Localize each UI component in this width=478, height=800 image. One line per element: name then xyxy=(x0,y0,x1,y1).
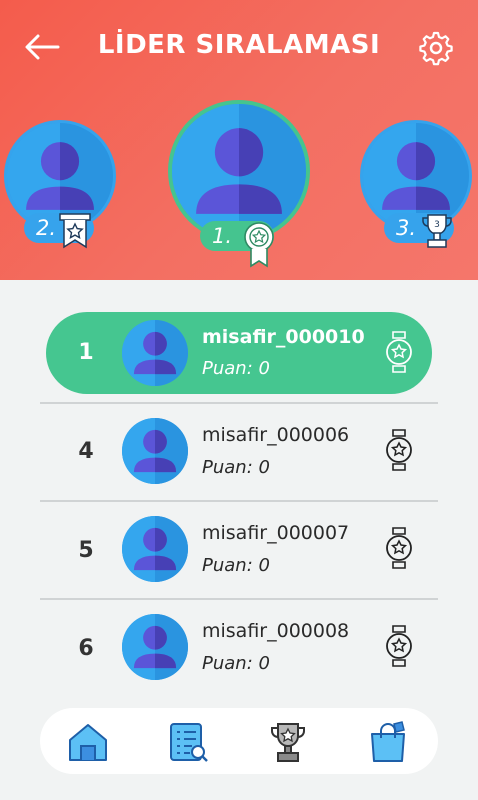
leaderboard-list-icon[interactable] xyxy=(166,720,210,764)
trophy-badge-icon: 3 xyxy=(422,214,452,248)
medal-star-badge-icon xyxy=(244,222,274,268)
gear-icon[interactable] xyxy=(418,30,454,66)
medal-icon xyxy=(386,527,412,569)
user-avatar-icon xyxy=(122,614,188,680)
user-avatar-icon xyxy=(122,516,188,582)
medal-icon xyxy=(386,331,412,373)
username: misafir_000006 xyxy=(202,424,350,446)
rank-number: 4 xyxy=(78,439,94,464)
user-avatar xyxy=(122,320,188,386)
rank-label: 1. xyxy=(212,224,233,248)
rank-number: 5 xyxy=(78,538,94,563)
bottom-nav xyxy=(40,708,438,774)
username: misafir_000007 xyxy=(202,522,350,544)
user-avatar-icon xyxy=(122,418,188,484)
rank-number: 1 xyxy=(78,340,94,365)
user-avatar xyxy=(122,516,188,582)
svg-text:3: 3 xyxy=(434,220,440,230)
user-avatar-icon xyxy=(122,320,188,386)
header: LİDER SIRALAMASI 2. 1. 3. 3 xyxy=(0,0,478,280)
shopping-bag-icon[interactable] xyxy=(366,720,410,764)
medal-icon xyxy=(386,625,412,667)
user-score: Puan: 0 xyxy=(202,555,270,576)
user-score: Puan: 0 xyxy=(202,457,270,478)
user-avatar xyxy=(122,614,188,680)
ribbon-star-badge-icon xyxy=(59,213,91,249)
username: misafir_000010 xyxy=(202,326,365,348)
home-icon[interactable] xyxy=(66,720,110,764)
rank-label: 2. xyxy=(36,216,57,240)
medal-icon xyxy=(386,429,412,471)
trophy-icon[interactable] xyxy=(266,720,310,764)
username: misafir_000008 xyxy=(202,620,350,642)
user-avatar xyxy=(122,418,188,484)
rank-label: 3. xyxy=(396,216,417,240)
user-score: Puan: 0 xyxy=(202,358,270,379)
page-title: LİDER SIRALAMASI xyxy=(97,30,381,60)
rank-number: 6 xyxy=(78,636,94,661)
user-avatar-icon xyxy=(172,104,306,238)
user-score: Puan: 0 xyxy=(202,653,270,674)
